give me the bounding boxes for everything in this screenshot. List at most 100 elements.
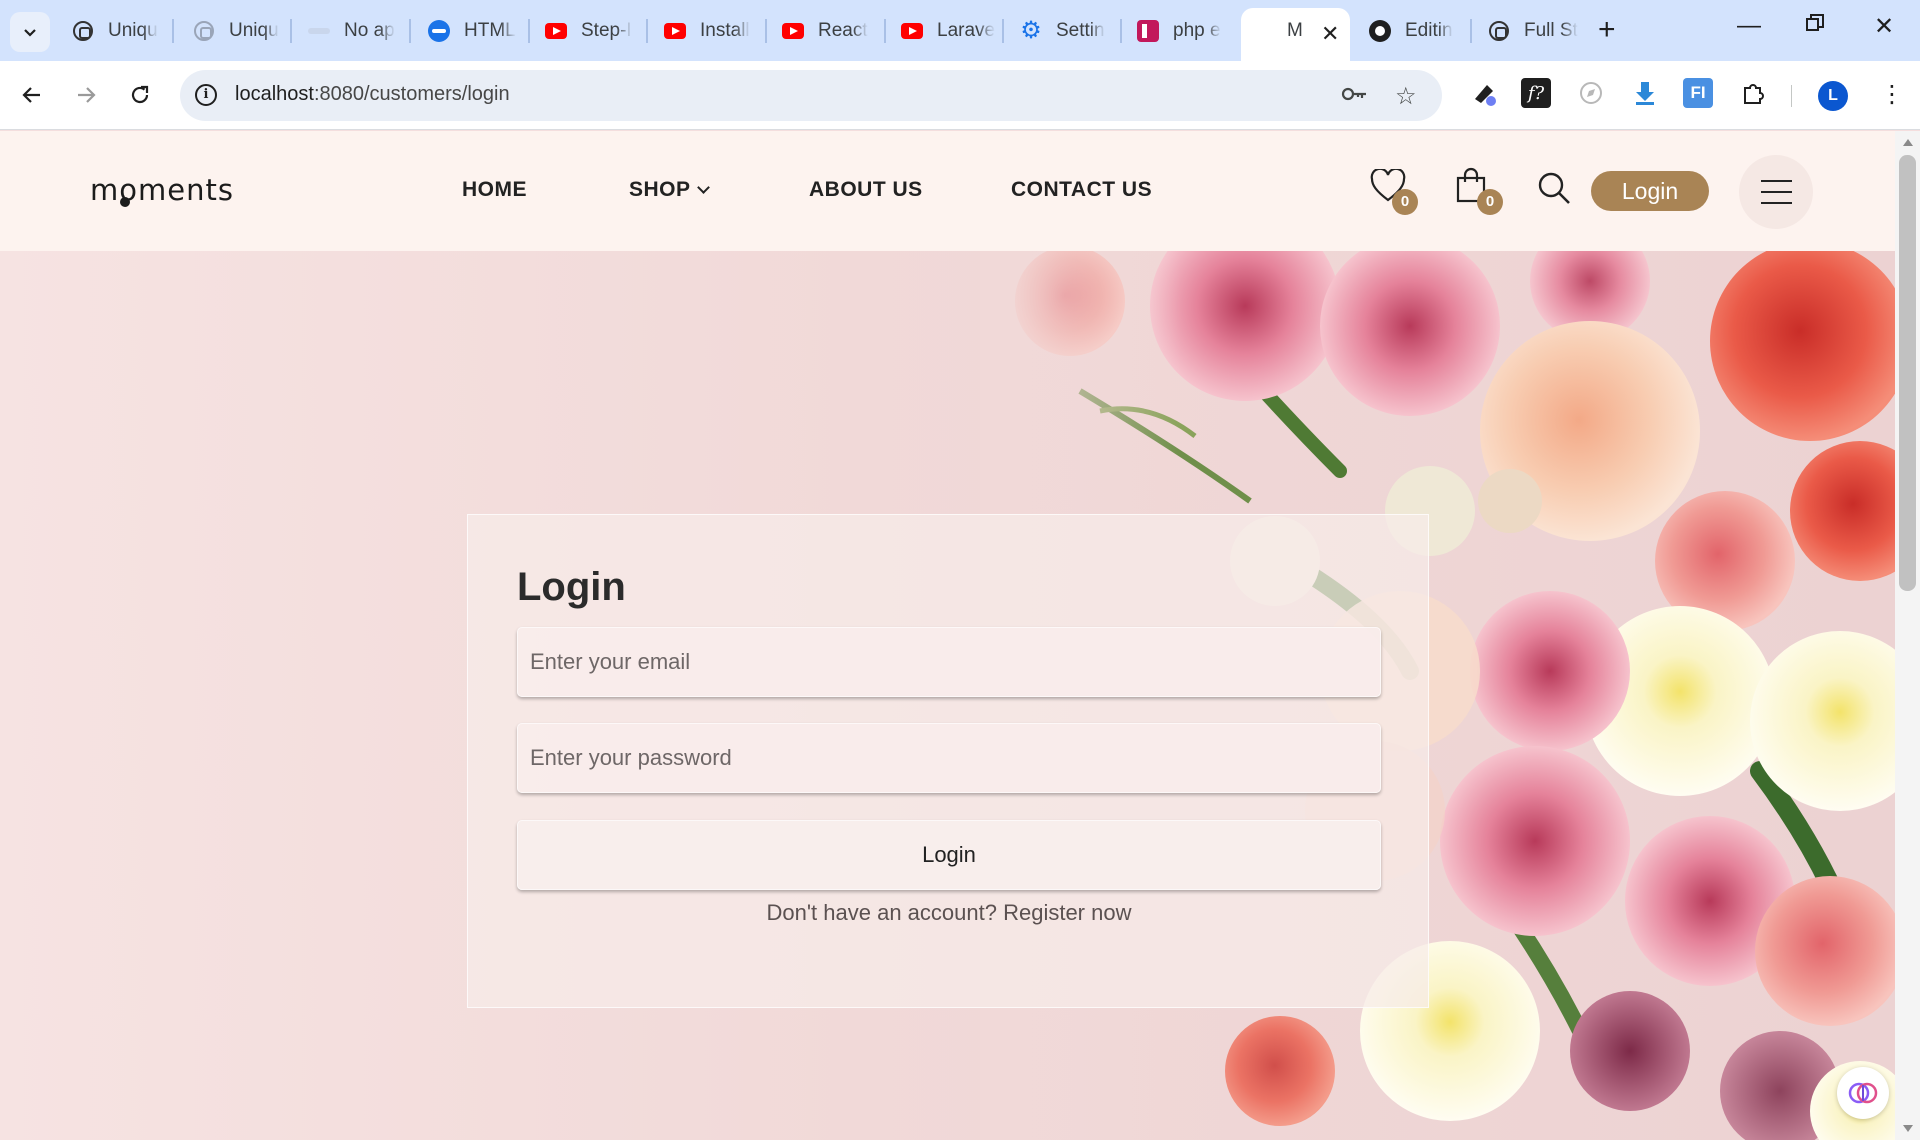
- search-button[interactable]: [1537, 171, 1571, 210]
- chevron-down-icon: [696, 181, 710, 194]
- hamburger-line: [1761, 202, 1792, 204]
- nav-home[interactable]: HOME: [462, 178, 527, 202]
- browser-tab[interactable]: Uniqu: [193, 10, 283, 52]
- tab-title: Uniqu: [229, 20, 279, 41]
- forward-button[interactable]: [66, 75, 106, 115]
- browser-tab[interactable]: Step-I: [545, 10, 637, 52]
- url-text[interactable]: localhost:8080/customers/login: [235, 83, 510, 106]
- nav-shop[interactable]: SHOP: [629, 178, 710, 202]
- tab-title: Uniqu: [108, 20, 158, 41]
- page-viewport: moments HOME SHOP ABOUT US CONTACT US 0 …: [0, 131, 1895, 1140]
- bookmark-star-icon[interactable]: ☆: [1395, 82, 1417, 111]
- chatgpt-icon: [1488, 20, 1510, 42]
- brain-icon: [1848, 1082, 1878, 1104]
- site-info-icon[interactable]: i: [195, 84, 217, 106]
- tab-title: React: [818, 20, 868, 41]
- browser-menu-icon[interactable]: ⋮: [1880, 77, 1904, 113]
- email-input[interactable]: [517, 627, 1381, 697]
- password-key-icon[interactable]: [1340, 82, 1368, 113]
- extension-fi-icon[interactable]: FI: [1683, 78, 1713, 108]
- html-icon: [428, 20, 450, 42]
- reload-button[interactable]: [120, 75, 160, 115]
- hamburger-line: [1761, 191, 1792, 193]
- page-scrollbar[interactable]: [1895, 131, 1920, 1140]
- browser-tab-active[interactable]: M ✕: [1241, 8, 1350, 61]
- browser-tab[interactable]: No ap: [308, 10, 398, 52]
- tab-title: Install: [700, 20, 750, 41]
- tab-title: Step-I: [581, 20, 632, 41]
- register-link[interactable]: Don't have an account? Register now: [468, 900, 1430, 926]
- youtube-icon: [664, 20, 686, 42]
- gear-icon: ⚙: [1020, 17, 1042, 44]
- cart-count-badge: 0: [1477, 189, 1503, 215]
- logo-dot: [120, 197, 130, 207]
- tab-title: Editin: [1405, 20, 1453, 41]
- header-login-button[interactable]: Login: [1591, 171, 1709, 211]
- nav-contact-us[interactable]: CONTACT US: [1011, 178, 1152, 202]
- password-input[interactable]: [517, 723, 1381, 793]
- scroll-up-arrow[interactable]: [1903, 139, 1913, 146]
- youtube-icon: [782, 20, 804, 42]
- wishlist-button[interactable]: 0: [1370, 167, 1418, 215]
- restore-icon: [1806, 14, 1824, 31]
- wishlist-count-badge: 0: [1392, 189, 1418, 215]
- extension-pen-icon[interactable]: [1470, 78, 1500, 108]
- reload-icon: [131, 85, 149, 104]
- chatgpt-icon: [72, 20, 94, 42]
- browser-tab[interactable]: php e: [1137, 10, 1231, 52]
- chevron-down-icon: [24, 29, 36, 37]
- github-icon: [1369, 20, 1391, 42]
- browser-tab-strip: Uniqu Uniqu No ap HTML Step-I Install Re…: [0, 0, 1920, 61]
- browser-tab[interactable]: Install: [664, 10, 758, 52]
- extension-download-icon[interactable]: [1630, 78, 1660, 108]
- tab-title: HTML: [464, 20, 516, 41]
- back-button[interactable]: [12, 75, 52, 115]
- site-logo[interactable]: moments: [90, 173, 234, 207]
- browser-tab[interactable]: ⚙ Settin: [1020, 10, 1114, 52]
- extension-compass-icon[interactable]: [1576, 78, 1606, 108]
- tab-title: Settin: [1056, 20, 1105, 41]
- url-path: :8080/customers/login: [313, 83, 510, 105]
- tab-title: Full St: [1524, 20, 1578, 41]
- arrow-left-icon: [22, 87, 40, 103]
- ai-assistant-button[interactable]: [1837, 1067, 1889, 1119]
- address-bar[interactable]: i localhost:8080/customers/login ☆: [180, 70, 1442, 121]
- extension-formula-icon[interactable]: f?: [1521, 78, 1551, 108]
- close-window-button[interactable]: ✕: [1874, 12, 1894, 41]
- restore-button[interactable]: [1805, 12, 1825, 40]
- tab-title: No ap: [344, 20, 395, 41]
- tab-title: Larave: [937, 20, 995, 41]
- chatgpt-icon: [193, 20, 215, 42]
- browser-tab[interactable]: Full St: [1488, 10, 1582, 52]
- hamburger-line: [1761, 180, 1792, 182]
- login-hero-section: Login Login Don't have an account? Regis…: [0, 251, 1895, 1140]
- minimize-button[interactable]: —: [1737, 12, 1761, 40]
- url-host: localhost: [235, 83, 314, 105]
- browser-tab[interactable]: Larave: [901, 10, 995, 52]
- browser-tab[interactable]: Editin: [1369, 10, 1463, 52]
- youtube-icon: [545, 20, 567, 42]
- login-title: Login: [517, 565, 626, 609]
- menu-toggle-button[interactable]: [1739, 155, 1813, 229]
- browser-tab[interactable]: HTML: [428, 10, 520, 52]
- tab-search-button[interactable]: [10, 12, 50, 52]
- extensions-puzzle-icon[interactable]: [1738, 78, 1768, 108]
- new-tab-button[interactable]: +: [1598, 14, 1616, 46]
- cart-button[interactable]: 0: [1455, 167, 1503, 215]
- php-icon: [1137, 20, 1159, 42]
- login-submit-button[interactable]: Login: [517, 820, 1381, 890]
- browser-tab[interactable]: React: [782, 10, 876, 52]
- login-card: Login Login Don't have an account? Regis…: [467, 514, 1429, 1008]
- tab-title: M: [1287, 20, 1303, 41]
- scroll-down-arrow[interactable]: [1903, 1125, 1913, 1132]
- close-tab-icon[interactable]: ✕: [1321, 21, 1339, 47]
- site-header: moments HOME SHOP ABOUT US CONTACT US 0 …: [0, 131, 1895, 251]
- profile-avatar[interactable]: L: [1818, 81, 1848, 111]
- scrollbar-thumb[interactable]: [1899, 155, 1916, 591]
- browser-toolbar: i localhost:8080/customers/login ☆ f? FI…: [0, 61, 1920, 130]
- browser-tab[interactable]: Uniqu: [72, 10, 162, 52]
- nav-about-us[interactable]: ABOUT US: [809, 178, 923, 202]
- youtube-icon: [901, 20, 923, 42]
- nav-shop-label: SHOP: [629, 178, 691, 201]
- arrow-right-icon: [78, 87, 96, 103]
